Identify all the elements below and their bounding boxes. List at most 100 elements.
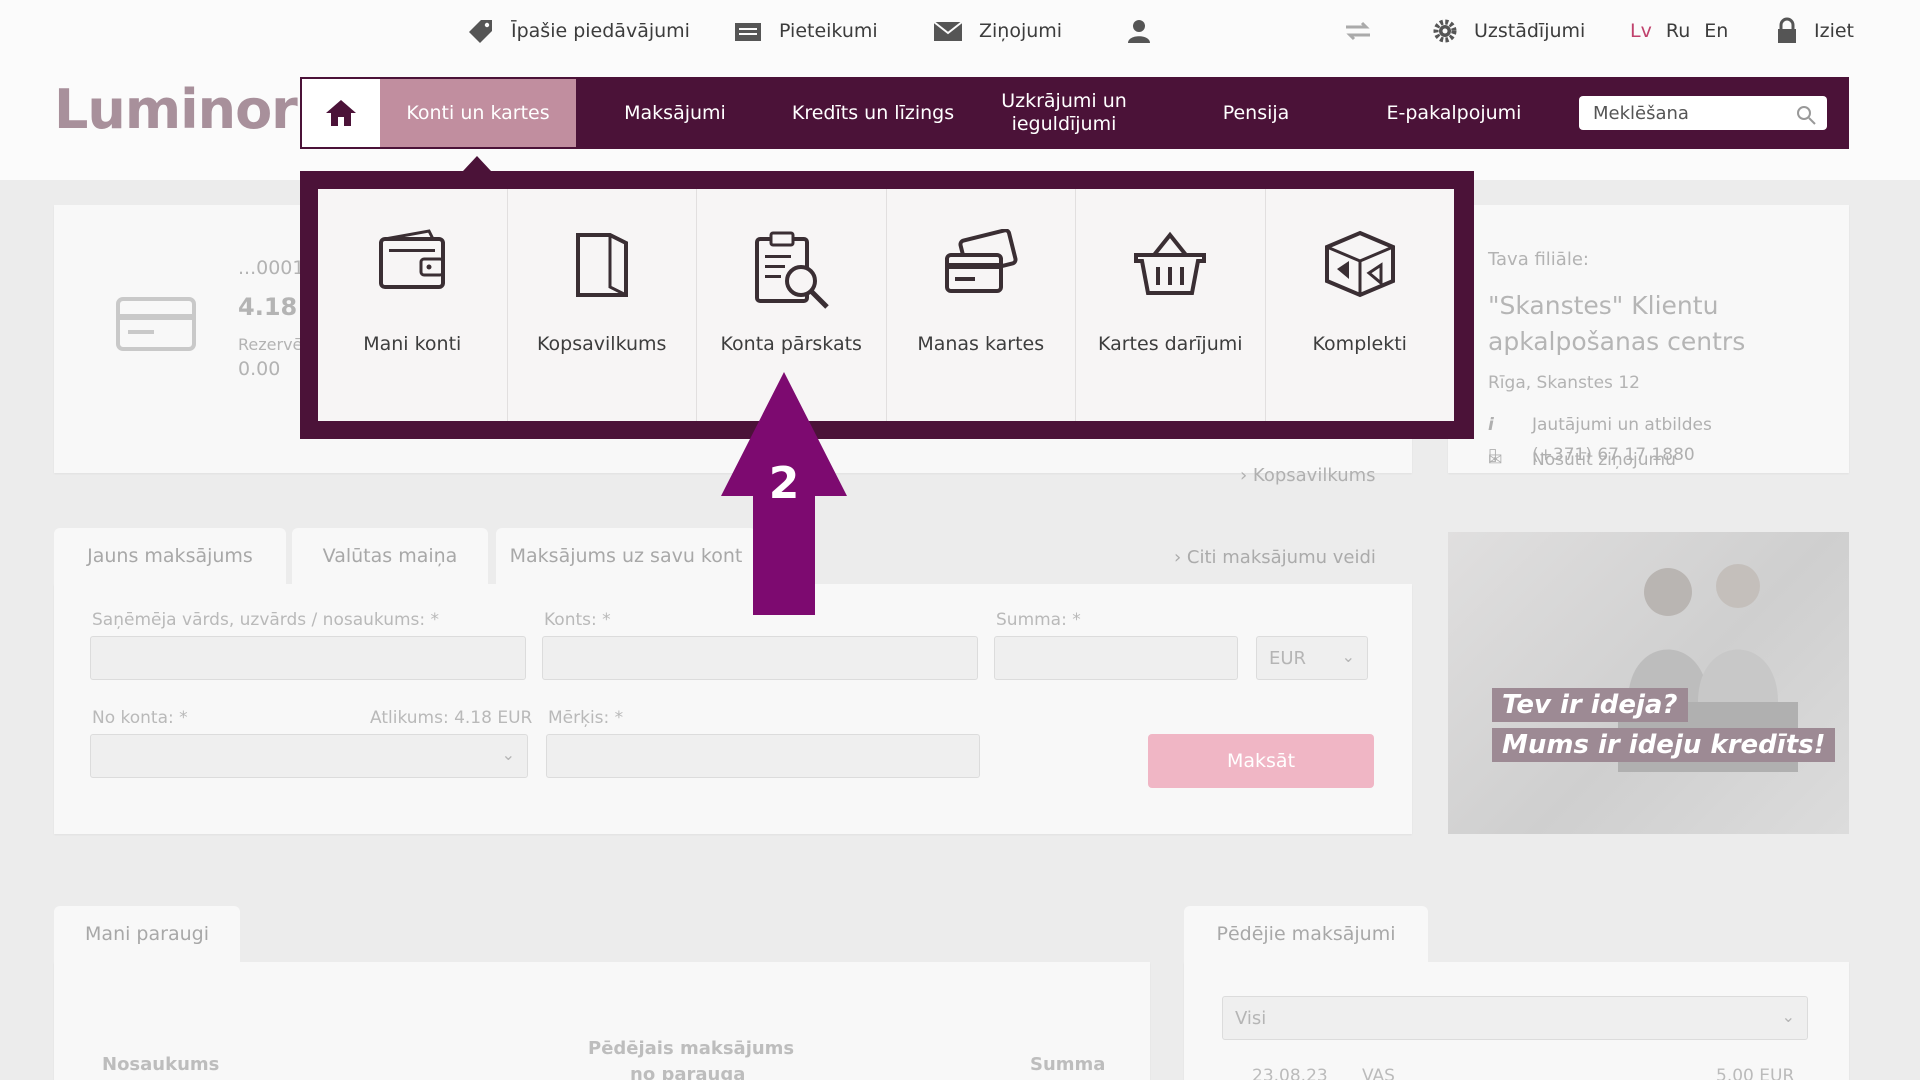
tab-own-account-payment[interactable]: Maksājums uz savu kont <box>496 528 756 584</box>
amount-label: Summa: * <box>996 610 1081 630</box>
chevron-down-icon: ⌄ <box>1781 1007 1795 1026</box>
box-icon <box>1324 230 1395 298</box>
lang-ru[interactable]: Ru <box>1666 20 1690 42</box>
recipient-label: Saņēmēja vārds, uzvārds / nosaukums: * <box>92 610 440 630</box>
nav-credit-leasing[interactable]: Kredīts un līzings <box>774 79 972 147</box>
col-last-payment-header-2: no parauga <box>630 1064 746 1080</box>
nav-e-services[interactable]: E-pakalpojumi <box>1356 79 1552 147</box>
other-payment-types-label: Citi maksājumu veidi <box>1186 547 1376 568</box>
amount-input[interactable] <box>994 636 1238 680</box>
clipboard-search-icon <box>755 231 830 309</box>
account-balance: 4.18 <box>238 293 298 321</box>
info-icon: i <box>1488 415 1494 435</box>
dropdown-item-my-accounts[interactable]: Mani konti <box>318 189 508 421</box>
from-account-select[interactable]: ⌄ <box>90 734 528 778</box>
messages-link[interactable]: Ziņojumi <box>933 14 1062 48</box>
currency-value: EUR <box>1269 647 1307 669</box>
tag-icon <box>469 20 492 43</box>
header: Īpašie piedāvājumi Pieteikumi Ziņojumi U… <box>0 0 1920 180</box>
recent-filter-value: Visi <box>1235 1007 1267 1029</box>
dropdown-panel: Mani konti Kopsavilkums Konta pārskats M… <box>318 189 1454 421</box>
col-sum-header: Summa <box>1030 1054 1106 1075</box>
accounts-cards-dropdown: Mani konti Kopsavilkums Konta pārskats M… <box>300 171 1474 439</box>
home-icon <box>326 100 356 126</box>
logout-label: Iziet <box>1814 20 1854 42</box>
branch-label: Tava filiāle: <box>1488 249 1589 270</box>
dropdown-item-my-cards[interactable]: Manas kartes <box>887 189 1076 421</box>
recent-payments-panel: Visi ⌄ 23.08.23 VAS 5.00 EUR <box>1184 962 1849 1080</box>
switch-arrows-icon <box>1346 21 1370 41</box>
summary-link-label: Kopsavilkums <box>1252 465 1376 486</box>
nav-accounts-cards[interactable]: Konti un kartes <box>380 79 576 147</box>
col-last-payment-header: Pēdējais maksājums <box>588 1038 795 1059</box>
dropdown-item-my-accounts-label: Mani konti <box>363 333 462 355</box>
nav-pension[interactable]: Pensija <box>1156 79 1356 147</box>
recent-row-amount: 5.00 EUR <box>1716 1066 1795 1080</box>
dropdown-item-card-transactions-label: Kartes darījumi <box>1097 333 1243 355</box>
account-input[interactable] <box>542 636 978 680</box>
cards-icon <box>944 229 1018 293</box>
tab-new-payment[interactable]: Jauns maksājums <box>54 528 286 584</box>
settings-label: Uzstādījumi <box>1474 20 1586 42</box>
dropdown-item-account-statement-label: Konta pārskats <box>720 333 862 355</box>
recent-filter-select[interactable]: Visi ⌄ <box>1222 996 1808 1040</box>
branch-card: Tava filiāle: "Skanstes" Klientu apkalpo… <box>1448 205 1849 473</box>
form-icon <box>735 23 761 41</box>
envelope-icon <box>933 21 963 41</box>
luminor-logo[interactable]: Luminor <box>54 78 298 141</box>
special-offers-label: Īpašie piedāvājumi <box>511 20 690 42</box>
send-message-link[interactable]: ✉ Nosūtīt ziņojumu <box>1488 450 1676 470</box>
purpose-label: Mērķis: * <box>548 708 624 728</box>
tab-my-templates[interactable]: Mani paraugi <box>54 906 240 962</box>
nav-savings-investments[interactable]: Uzkrājumi un ieguldījumi <box>972 79 1156 147</box>
promo-line-2: Mums ir ideju kredīts! <box>1492 728 1836 762</box>
templates-panel: Nosaukums Pēdējais maksājums no parauga … <box>54 962 1150 1080</box>
promo-banner[interactable]: Tev ir ideja? Mums ir ideju kredīts! <box>1448 532 1849 834</box>
search-input[interactable]: Meklēšana <box>1579 96 1827 130</box>
recent-row-date: 23.08.23 <box>1252 1066 1328 1080</box>
dropdown-item-card-transactions[interactable]: Kartes darījumi <box>1076 189 1266 421</box>
search-icon[interactable] <box>1795 104 1817 126</box>
settings-link[interactable]: Uzstādījumi <box>1432 14 1585 48</box>
tab-currency-exchange[interactable]: Valūtas maiņa <box>292 528 488 584</box>
dropdown-item-summary-label: Kopsavilkums <box>537 333 667 355</box>
from-account-label: No konta: * <box>92 708 188 728</box>
balance-label: Atlikums: 4.18 EUR <box>370 708 533 728</box>
recipient-input[interactable] <box>90 636 526 680</box>
search-placeholder: Meklēšana <box>1593 102 1689 124</box>
main-nav: Konti un kartes Maksājumi Kredīts un līz… <box>300 77 1849 149</box>
branch-name-2: apkalpošanas centrs <box>1488 327 1746 356</box>
lang-lv[interactable]: Lv <box>1630 20 1652 42</box>
purpose-input[interactable] <box>546 734 980 778</box>
document-icon <box>575 233 628 297</box>
summary-link[interactable]: › Kopsavilkums <box>1240 465 1376 486</box>
promo-line-1: Tev ir ideja? <box>1492 688 1688 722</box>
lock-icon <box>1778 17 1796 43</box>
nav-home[interactable] <box>302 79 380 147</box>
currency-select[interactable]: EUR ⌄ <box>1256 636 1368 680</box>
card-icon <box>116 297 196 351</box>
profile-link[interactable] <box>1125 14 1169 48</box>
tab-recent-payments[interactable]: Pēdējie maksājumi <box>1184 906 1428 962</box>
faq-link[interactable]: i Jautājumi un atbildes <box>1488 415 1712 435</box>
other-payment-types-link[interactable]: › Citi maksājumu veidi <box>1174 547 1376 568</box>
nav-payments[interactable]: Maksājumi <box>576 79 774 147</box>
pay-button[interactable]: Maksāt <box>1148 734 1374 788</box>
wallet-icon <box>379 229 446 289</box>
language-switcher: Lv Ru En <box>1630 14 1742 48</box>
applications-link[interactable]: Pieteikumi <box>733 14 878 48</box>
account-number: ...0001 <box>238 257 305 279</box>
special-offers-link[interactable]: Īpašie piedāvājumi <box>465 14 690 48</box>
dropdown-item-summary[interactable]: Kopsavilkums <box>508 189 697 421</box>
gear-icon <box>1433 19 1457 43</box>
lang-en[interactable]: En <box>1704 20 1728 42</box>
switch-link[interactable] <box>1342 14 1390 48</box>
payment-form: Saņēmēja vārds, uzvārds / nosaukums: * K… <box>54 584 1412 834</box>
messages-label: Ziņojumi <box>979 20 1063 42</box>
dropdown-item-bundles[interactable]: Komplekti <box>1266 189 1455 421</box>
reserved-value: 0.00 <box>238 358 281 380</box>
account-label: Konts: * <box>544 610 611 630</box>
logout-link[interactable]: Iziet <box>1776 14 1854 48</box>
envelope-small-icon: ✉ <box>1488 450 1503 470</box>
applications-label: Pieteikumi <box>779 20 878 42</box>
